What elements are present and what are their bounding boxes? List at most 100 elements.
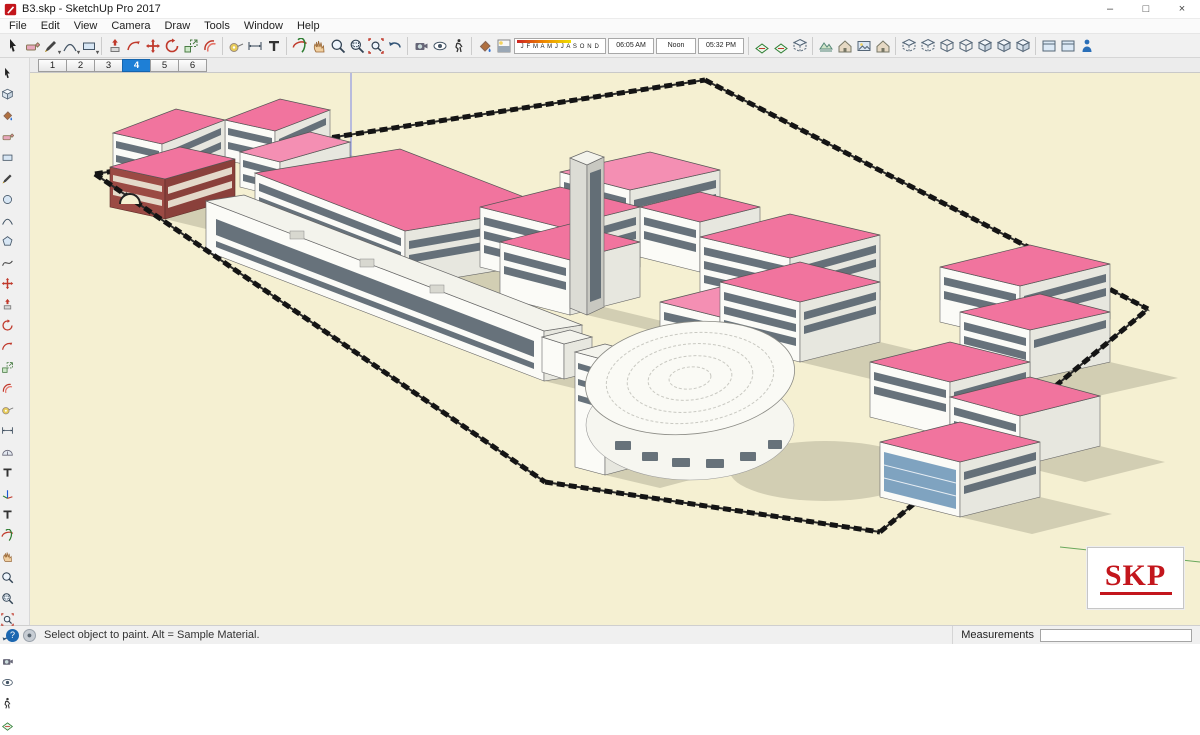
arc-tool-button[interactable]: ▾ [60, 36, 80, 56]
select-tool[interactable] [0, 63, 15, 84]
text-tool[interactable] [0, 462, 15, 483]
menu-view[interactable]: View [67, 20, 105, 32]
components-window-button[interactable] [1039, 36, 1058, 56]
pan-tool-button[interactable] [309, 36, 328, 56]
layers-window-button[interactable] [1058, 36, 1077, 56]
hidden-line-style-button[interactable] [956, 36, 975, 56]
move-tool-button[interactable] [143, 36, 162, 56]
move-tool[interactable] [0, 273, 15, 294]
toggle-terrain-button[interactable] [835, 36, 854, 56]
dimension-tool-button[interactable] [245, 36, 264, 56]
follow-me-tool-button[interactable] [124, 36, 143, 56]
zoom-tool[interactable] [0, 567, 15, 588]
make-component-tool[interactable] [0, 84, 15, 105]
walk-button[interactable] [449, 36, 468, 56]
zoom-tool-button[interactable] [328, 36, 347, 56]
paint-bucket-tool[interactable] [0, 105, 15, 126]
circle-tool[interactable] [0, 189, 15, 210]
scale-tool[interactable] [0, 357, 15, 378]
tape-measure-tool-button[interactable] [226, 36, 245, 56]
zoom-extents-tool-button[interactable] [366, 36, 385, 56]
menu-camera[interactable]: Camera [104, 20, 157, 32]
text-tool-button[interactable] [264, 36, 283, 56]
shadows-toggle-button[interactable] [494, 36, 513, 56]
shadow-time-end-field[interactable]: 05:32 PM [698, 37, 744, 54]
help-icon[interactable]: ? [6, 628, 19, 642]
maximize-button[interactable]: □ [1128, 0, 1164, 19]
warehouse-button[interactable] [873, 36, 892, 56]
photo-textures-button[interactable] [854, 36, 873, 56]
offset-tool[interactable] [0, 378, 15, 399]
geolocation-icon[interactable]: ● [23, 628, 36, 642]
pan-tool[interactable] [0, 546, 15, 567]
viewport-canvas[interactable]: SKP [30, 73, 1200, 625]
display-section-cuts-button[interactable] [790, 36, 809, 56]
scene-tab-5[interactable]: 5 [150, 58, 179, 72]
add-location-button[interactable] [816, 36, 835, 56]
rectangle-tool-button[interactable]: ▾ [79, 36, 99, 56]
line-tool-button[interactable]: ▾ [41, 36, 61, 56]
scale-tool-button[interactable] [181, 36, 200, 56]
protractor-tool[interactable] [0, 441, 15, 462]
instructor-button[interactable] [1077, 36, 1096, 56]
section-plane-button[interactable] [752, 36, 771, 56]
look-around-button[interactable] [430, 36, 449, 56]
scene-tab-1[interactable]: 1 [38, 58, 67, 72]
menu-file[interactable]: File [2, 20, 34, 32]
arc-tool[interactable] [0, 210, 15, 231]
section-plane-tool[interactable] [0, 714, 15, 735]
display-section-planes-button[interactable] [771, 36, 790, 56]
polygon-tool[interactable] [0, 231, 15, 252]
measurements-input[interactable] [1040, 628, 1192, 642]
zoom-window-tool-button[interactable] [347, 36, 366, 56]
model-view[interactable] [30, 73, 1200, 625]
xray-style-button[interactable] [899, 36, 918, 56]
shaded-textures-style-button[interactable] [994, 36, 1013, 56]
push-pull-tool-button[interactable] [105, 36, 124, 56]
follow-me-tool[interactable] [0, 336, 15, 357]
scene-tab-2[interactable]: 2 [66, 58, 95, 72]
wireframe-style-button[interactable] [937, 36, 956, 56]
zoom-extents-tool[interactable] [0, 609, 15, 630]
shadow-date-slider[interactable]: J F M A M J J A S O N D [514, 37, 606, 54]
rotate-tool[interactable] [0, 315, 15, 336]
look-around-tool[interactable] [0, 672, 15, 693]
eraser-tool[interactable] [0, 126, 15, 147]
shadow-noon-slider[interactable]: Noon [656, 37, 696, 54]
close-button[interactable]: × [1164, 0, 1200, 19]
menu-draw[interactable]: Draw [157, 20, 197, 32]
walk-tool[interactable] [0, 693, 15, 714]
minimize-button[interactable]: – [1092, 0, 1128, 19]
rectangle-tool[interactable] [0, 147, 15, 168]
orbit-tool-button[interactable] [290, 36, 309, 56]
position-camera-button[interactable] [411, 36, 430, 56]
eraser-tool-button[interactable] [22, 36, 41, 56]
monochrome-style-button[interactable] [1013, 36, 1032, 56]
menu-help[interactable]: Help [290, 20, 327, 32]
line-tool[interactable] [0, 168, 15, 189]
menu-tools[interactable]: Tools [197, 20, 237, 32]
offset-tool-button[interactable] [200, 36, 219, 56]
zoom-window-tool[interactable] [0, 588, 15, 609]
scene-tab-4-selected[interactable]: 4 [122, 58, 151, 72]
shaded-style-button[interactable] [975, 36, 994, 56]
dimension-tool[interactable] [0, 420, 15, 441]
dropdown-caret-icon[interactable]: ▾ [96, 49, 99, 56]
scene-tab-6[interactable]: 6 [178, 58, 207, 72]
freehand-tool[interactable] [0, 252, 15, 273]
previous-view-button[interactable] [385, 36, 404, 56]
position-camera-tool[interactable] [0, 651, 15, 672]
3d-text-tool[interactable] [0, 504, 15, 525]
menu-window[interactable]: Window [237, 20, 290, 32]
back-edges-style-button[interactable] [918, 36, 937, 56]
scene-tab-3[interactable]: 3 [94, 58, 123, 72]
push-pull-tool[interactable] [0, 294, 15, 315]
paint-bucket-button[interactable] [475, 36, 494, 56]
orbit-tool[interactable] [0, 525, 15, 546]
select-tool-button[interactable] [3, 36, 22, 56]
axes-tool[interactable] [0, 483, 15, 504]
menu-edit[interactable]: Edit [34, 20, 67, 32]
rotate-tool-button[interactable] [162, 36, 181, 56]
tape-measure-tool[interactable] [0, 399, 15, 420]
shadow-time-start-field[interactable]: 06:05 AM [608, 37, 654, 54]
